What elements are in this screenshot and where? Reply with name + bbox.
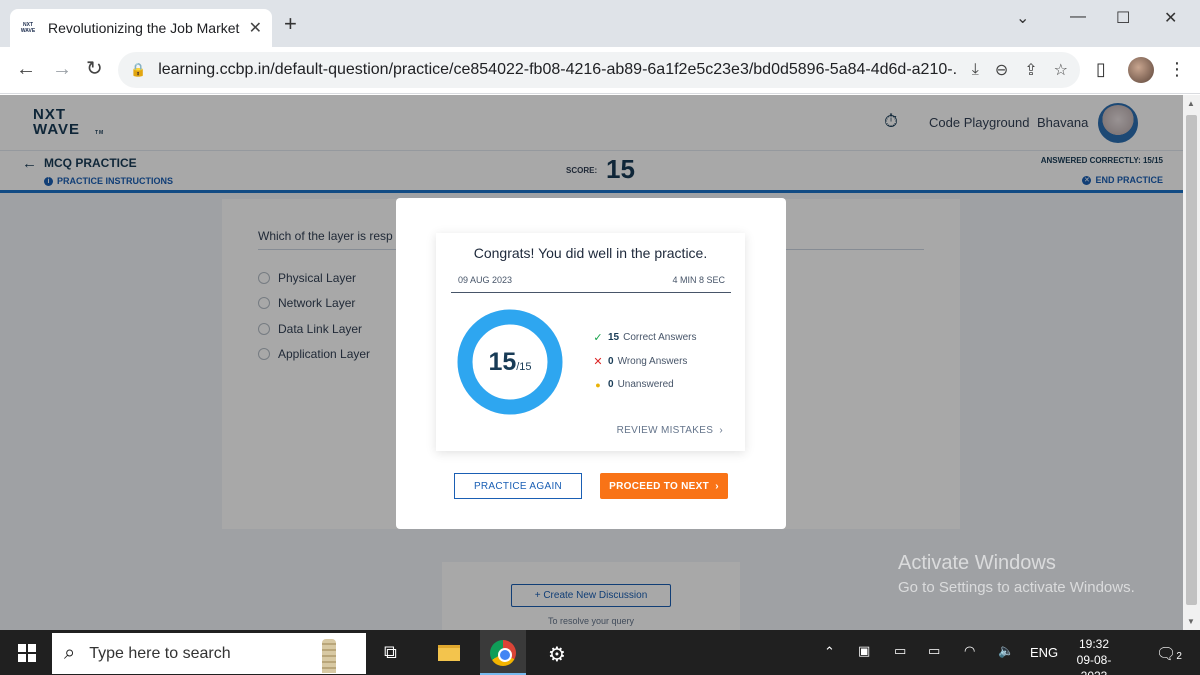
check-icon: ✓: [593, 332, 603, 344]
donut-total: /15: [516, 361, 532, 373]
watermark-line-1: Activate Windows: [898, 552, 1056, 574]
language-indicator[interactable]: ENG: [1030, 645, 1058, 660]
battery-icon[interactable]: ▭: [928, 643, 940, 659]
scroll-down-icon[interactable]: ▼: [1187, 617, 1195, 626]
taskbar-clock[interactable]: 19:32 09-08-2023: [1068, 636, 1120, 675]
chrome-icon[interactable]: [490, 640, 516, 666]
task-view-icon[interactable]: ⧉: [384, 642, 397, 663]
legend-correct: ✓ 15 Correct Answers: [591, 331, 696, 344]
scroll-up-icon[interactable]: ▲: [1187, 99, 1195, 108]
review-mistakes-link[interactable]: REVIEW MISTAKES ›: [617, 425, 723, 436]
tray-chevron-up-icon[interactable]: ⌃: [824, 644, 835, 660]
donut-score: 15: [488, 347, 517, 376]
proceed-label: PROCEED TO NEXT: [609, 480, 710, 492]
window-close-icon[interactable]: ✕: [1164, 8, 1177, 28]
wrong-label: Wrong Answers: [617, 356, 688, 367]
bookmark-star-icon[interactable]: ☆: [1054, 60, 1068, 80]
cross-icon: ✕: [593, 356, 603, 368]
legend-unanswered: ● 0 Unanswered: [591, 379, 674, 390]
share-icon[interactable]: ⇪: [1024, 60, 1037, 80]
unanswered-label: Unanswered: [617, 379, 674, 390]
legend-wrong: ✕ 0 Wrong Answers: [591, 355, 687, 368]
review-mistakes-label: REVIEW MISTAKES: [616, 425, 714, 436]
notification-bubble-icon: 🗨: [1156, 646, 1177, 663]
activate-windows-watermark: Activate Windows Go to Settings to activ…: [898, 552, 1135, 596]
settings-gear-icon[interactable]: ⚙: [548, 642, 566, 667]
date-divider: [451, 292, 731, 293]
tray-app-icon[interactable]: ▣: [858, 643, 870, 659]
tab-title: Revolutionizing the Job Market |: [48, 20, 243, 36]
url-text[interactable]: learning.ccbp.in/default-question/practi…: [158, 61, 956, 79]
clock-date: 09-08-2023: [1076, 653, 1112, 675]
correct-count: 15: [608, 332, 620, 343]
new-tab-icon[interactable]: +: [284, 13, 297, 35]
unanswered-count: 0: [608, 379, 614, 390]
result-modal: Congrats! You did well in the practice. …: [396, 198, 786, 529]
install-icon[interactable]: ⤓: [972, 61, 979, 79]
clock-time: 19:32: [1078, 637, 1110, 651]
scrollbar-thumb[interactable]: [1186, 115, 1197, 605]
menu-kebab-icon[interactable]: ⋮: [1168, 59, 1186, 80]
search-highlight-tower-icon: [322, 639, 336, 673]
profile-avatar[interactable]: [1128, 57, 1154, 83]
proceed-to-next-button[interactable]: PROCEED TO NEXT ›: [600, 473, 728, 499]
search-placeholder: Type here to search: [89, 644, 231, 662]
browser-toolbar: ← → ↻ 🔒 learning.ccbp.in/default-questio…: [0, 47, 1200, 94]
lock-icon[interactable]: 🔒: [130, 62, 146, 78]
back-icon[interactable]: ←: [16, 57, 36, 81]
practice-again-button[interactable]: PRACTICE AGAIN: [454, 473, 582, 499]
forward-icon[interactable]: →: [52, 57, 72, 81]
tray-meet-icon[interactable]: ▭: [894, 643, 906, 659]
tab-search-chevron-icon[interactable]: ⌄: [1016, 8, 1029, 28]
notifications-icon[interactable]: 🗨2: [1156, 644, 1182, 664]
dot-icon: ●: [595, 379, 601, 390]
windows-taskbar: ⌕ Type here to search ⧉ ⚙ ⌃ ▣ ▭ ▭ ◠ 🔈 EN…: [0, 630, 1200, 675]
reload-icon[interactable]: ↻: [86, 57, 103, 81]
practice-date: 09 AUG 2023: [458, 275, 513, 285]
wifi-icon[interactable]: ◠: [964, 643, 975, 659]
minimize-icon[interactable]: —: [1070, 8, 1086, 26]
zoom-icon[interactable]: ⊖: [995, 60, 1008, 80]
result-card: Congrats! You did well in the practice. …: [436, 233, 745, 451]
address-bar[interactable]: 🔒 learning.ccbp.in/default-question/prac…: [118, 52, 1080, 88]
page-scrollbar[interactable]: ▲ ▼: [1183, 95, 1200, 630]
watermark-line-2: Go to Settings to activate Windows.: [898, 579, 1135, 596]
browser-tab-bar: NXT WAVE Revolutionizing the Job Market …: [0, 0, 1200, 47]
notification-count: 2: [1176, 651, 1182, 662]
tab-close-icon[interactable]: ✕: [249, 18, 262, 38]
congrats-message: Congrats! You did well in the practice.: [473, 245, 708, 261]
taskbar-search-box[interactable]: ⌕ Type here to search: [52, 633, 366, 674]
windows-start-icon[interactable]: [18, 644, 36, 662]
wrong-count: 0: [608, 356, 614, 367]
site-favicon-icon: NXT WAVE: [20, 22, 36, 34]
chevron-right-icon: ›: [716, 425, 723, 436]
side-panel-icon[interactable]: ▯: [1096, 59, 1106, 80]
donut-score-label: 15 /15: [456, 308, 564, 416]
practice-duration: 4 MIN 8 SEC: [672, 275, 725, 285]
volume-icon[interactable]: 🔈: [998, 643, 1014, 659]
correct-label: Correct Answers: [623, 332, 697, 343]
chevron-right-icon: ›: [712, 480, 719, 492]
file-explorer-icon[interactable]: [438, 645, 460, 661]
search-icon: ⌕: [64, 642, 76, 664]
browser-tab[interactable]: NXT WAVE Revolutionizing the Job Market …: [10, 9, 272, 47]
maximize-icon[interactable]: ☐: [1116, 8, 1130, 28]
